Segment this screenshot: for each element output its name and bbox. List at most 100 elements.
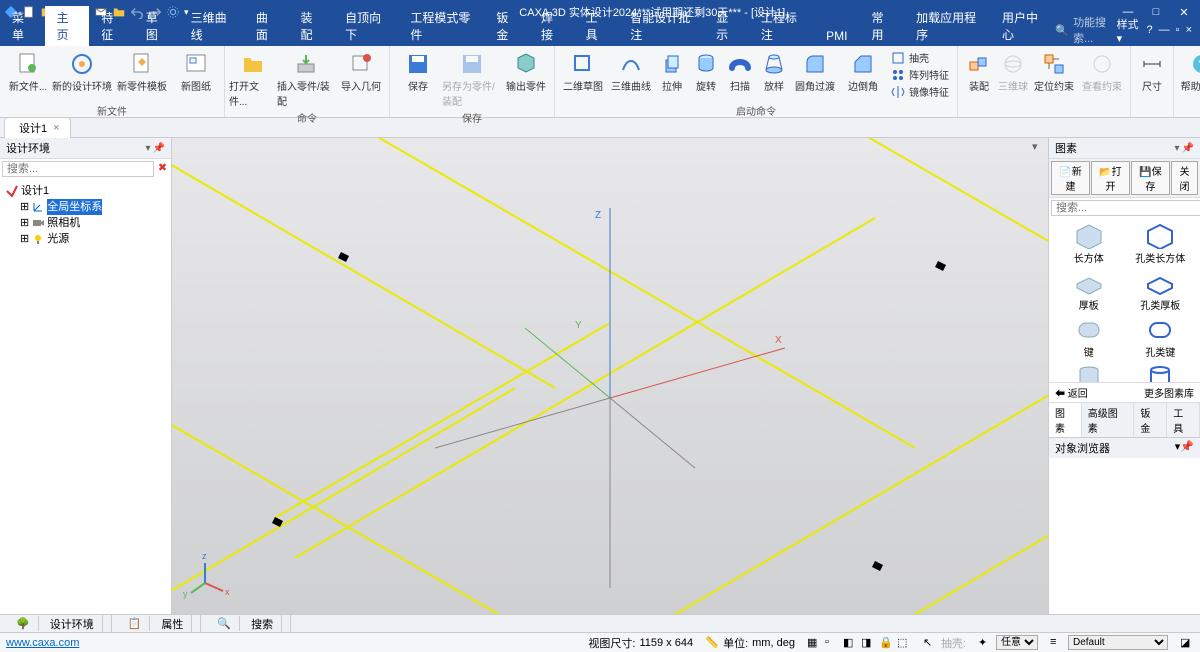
new-file-button[interactable]: 新文件...: [4, 48, 52, 95]
revolve-button[interactable]: 旋转: [689, 48, 723, 95]
tab-menu[interactable]: 菜单: [0, 6, 45, 46]
tab-addin[interactable]: 加载应用程序: [904, 6, 990, 46]
tab-feature[interactable]: 特征: [89, 6, 134, 46]
tab-sheetmetal[interactable]: 钣金: [484, 6, 529, 46]
search-clear-icon[interactable]: ✖: [156, 161, 169, 177]
tab-weld[interactable]: 焊接: [529, 6, 574, 46]
tab-topdown[interactable]: 自顶向下: [333, 6, 398, 46]
website-link[interactable]: www.caxa.com: [6, 637, 79, 649]
tab-design-env[interactable]: 🌳设计环境: [0, 615, 112, 632]
dimension-button[interactable]: 尺寸: [1135, 48, 1169, 95]
sweep-button[interactable]: 扫描: [723, 48, 757, 95]
lib-tab-advanced[interactable]: 高级图素: [1082, 403, 1135, 437]
sb-icon-3[interactable]: ◧: [843, 636, 857, 650]
tab-tools[interactable]: 工具: [574, 6, 619, 46]
browser-pin-icon[interactable]: 📌: [1180, 441, 1194, 453]
lib-back-button[interactable]: ⬅ 返回: [1055, 385, 1088, 400]
tab-engnote[interactable]: 工程标注: [749, 6, 814, 46]
tab-usercenter[interactable]: 用户中心: [990, 6, 1055, 46]
style-dropdown[interactable]: 样式 ▾: [1117, 16, 1141, 45]
tab-pmi[interactable]: PMI: [814, 26, 859, 46]
lib-save-button[interactable]: 💾保存: [1131, 161, 1170, 195]
pattern-item[interactable]: 阵列特征: [891, 67, 949, 82]
lib-tab-tools[interactable]: 工具: [1167, 403, 1200, 437]
tree-node-coords[interactable]: ⊞全局坐标系: [6, 199, 165, 215]
export-part-button[interactable]: 输出零件: [502, 48, 550, 95]
viewport-menu-icon[interactable]: ▾: [1032, 140, 1046, 154]
mirror-item[interactable]: 镜像特征: [891, 84, 949, 99]
tab-home[interactable]: 主页: [45, 6, 90, 46]
new-part-template-button[interactable]: 新零件模板: [112, 48, 172, 95]
tab-properties[interactable]: 📋属性: [112, 615, 202, 632]
loft-button[interactable]: 放样: [757, 48, 791, 95]
shape-holecylinder[interactable]: 孔类圆柱体: [1125, 363, 1197, 382]
axis-icon[interactable]: ✦: [978, 636, 992, 650]
lib-tab-primitives[interactable]: 图素: [1049, 403, 1082, 437]
panel-dropdown-icon[interactable]: ▾: [146, 143, 151, 154]
sketch2d-button[interactable]: 二维草图: [559, 48, 607, 95]
shape-holebox[interactable]: 孔类长方体: [1125, 222, 1197, 265]
3d-viewport[interactable]: ▾ Z: [172, 138, 1048, 614]
panel-pin-icon[interactable]: 📌: [153, 143, 165, 154]
expand-icon[interactable]: ⊞: [20, 231, 29, 247]
tab-assembly[interactable]: 装配: [288, 6, 333, 46]
doctab-close-icon[interactable]: ×: [53, 122, 59, 134]
new-drawing-button[interactable]: 新图纸: [172, 48, 220, 95]
undo-icon[interactable]: [130, 5, 144, 19]
import-geom-button[interactable]: 导入几何: [337, 48, 385, 95]
lib-more-button[interactable]: 更多图素库: [1144, 385, 1194, 400]
tab-common[interactable]: 常用: [859, 6, 904, 46]
curve3d-button[interactable]: 三维曲线: [607, 48, 655, 95]
shape-box[interactable]: 长方体: [1053, 222, 1125, 265]
document-tab[interactable]: 设计1 ×: [4, 117, 71, 138]
position-constraint-button[interactable]: 定位约束: [1030, 48, 1078, 95]
shape-holekey[interactable]: 孔类键: [1125, 316, 1197, 359]
sb-end-icon[interactable]: ◪: [1180, 636, 1194, 650]
sb-icon-4[interactable]: ◨: [861, 636, 875, 650]
insert-part-button[interactable]: 插入零件/装配: [277, 48, 337, 110]
shape-holeslab[interactable]: 孔类厚板: [1125, 269, 1197, 312]
lib-pin-icon[interactable]: 📌: [1182, 143, 1194, 154]
sb-icon-1[interactable]: ▦: [807, 636, 821, 650]
extrude-button[interactable]: 拉伸: [655, 48, 689, 95]
tab-engpart[interactable]: 工程模式零件: [398, 6, 484, 46]
tree-search-input[interactable]: [2, 161, 154, 177]
expand-icon[interactable]: ⊞: [20, 199, 29, 215]
ribbon-restore-icon[interactable]: ▫: [1176, 24, 1180, 36]
layer-icon[interactable]: ≡: [1050, 636, 1064, 650]
tab-smartnote[interactable]: 智能设计批注: [618, 6, 704, 46]
help-icon[interactable]: ?: [1147, 24, 1153, 36]
open-file-button[interactable]: 打开文件...: [229, 48, 277, 110]
tab-display[interactable]: 显示: [704, 6, 749, 46]
snap-select[interactable]: 任意: [996, 635, 1038, 650]
help-tutorial-button[interactable]: ?帮助/教程: [1178, 48, 1200, 95]
tree-node-camera[interactable]: ⊞照相机: [6, 215, 165, 231]
lib-close-button[interactable]: 关闭: [1171, 161, 1198, 195]
ribbon-minimize-icon[interactable]: —: [1159, 24, 1170, 36]
tree-root[interactable]: 设计1: [6, 183, 165, 199]
tab-search[interactable]: 🔍搜索: [201, 615, 291, 632]
redo-icon[interactable]: [148, 5, 162, 19]
new-design-env-button[interactable]: 新的设计环境: [52, 48, 112, 95]
ribbon-close-icon[interactable]: ×: [1186, 24, 1192, 36]
shape-slab[interactable]: 厚板: [1053, 269, 1125, 312]
save-button[interactable]: 保存: [394, 48, 442, 95]
cursor-icon[interactable]: ↖: [923, 636, 937, 650]
lib-search-input[interactable]: [1051, 200, 1200, 216]
tab-surface[interactable]: 曲面: [244, 6, 289, 46]
tab-3dcurve[interactable]: 三维曲线: [179, 6, 244, 46]
expand-icon[interactable]: ⊞: [20, 215, 29, 231]
sb-icon-5[interactable]: 🔒: [879, 636, 893, 650]
sb-icon-6[interactable]: ⬚: [897, 636, 911, 650]
lib-tab-sheetmetal[interactable]: 钣金: [1134, 403, 1167, 437]
lib-open-button[interactable]: 📂打开: [1091, 161, 1130, 195]
lib-new-button[interactable]: 📄新建: [1051, 161, 1090, 195]
shape-cylinder[interactable]: 圆柱体: [1053, 363, 1125, 382]
shape-key[interactable]: 键: [1053, 316, 1125, 359]
function-search[interactable]: 🔍 功能搜索...: [1055, 14, 1110, 46]
chamfer-button[interactable]: 边倒角: [839, 48, 887, 95]
tree-node-light[interactable]: ⊞光源: [6, 231, 165, 247]
shell-item[interactable]: 抽壳: [891, 50, 949, 65]
lib-dropdown-icon[interactable]: ▾: [1175, 143, 1180, 154]
layer-select[interactable]: Default: [1068, 635, 1168, 650]
